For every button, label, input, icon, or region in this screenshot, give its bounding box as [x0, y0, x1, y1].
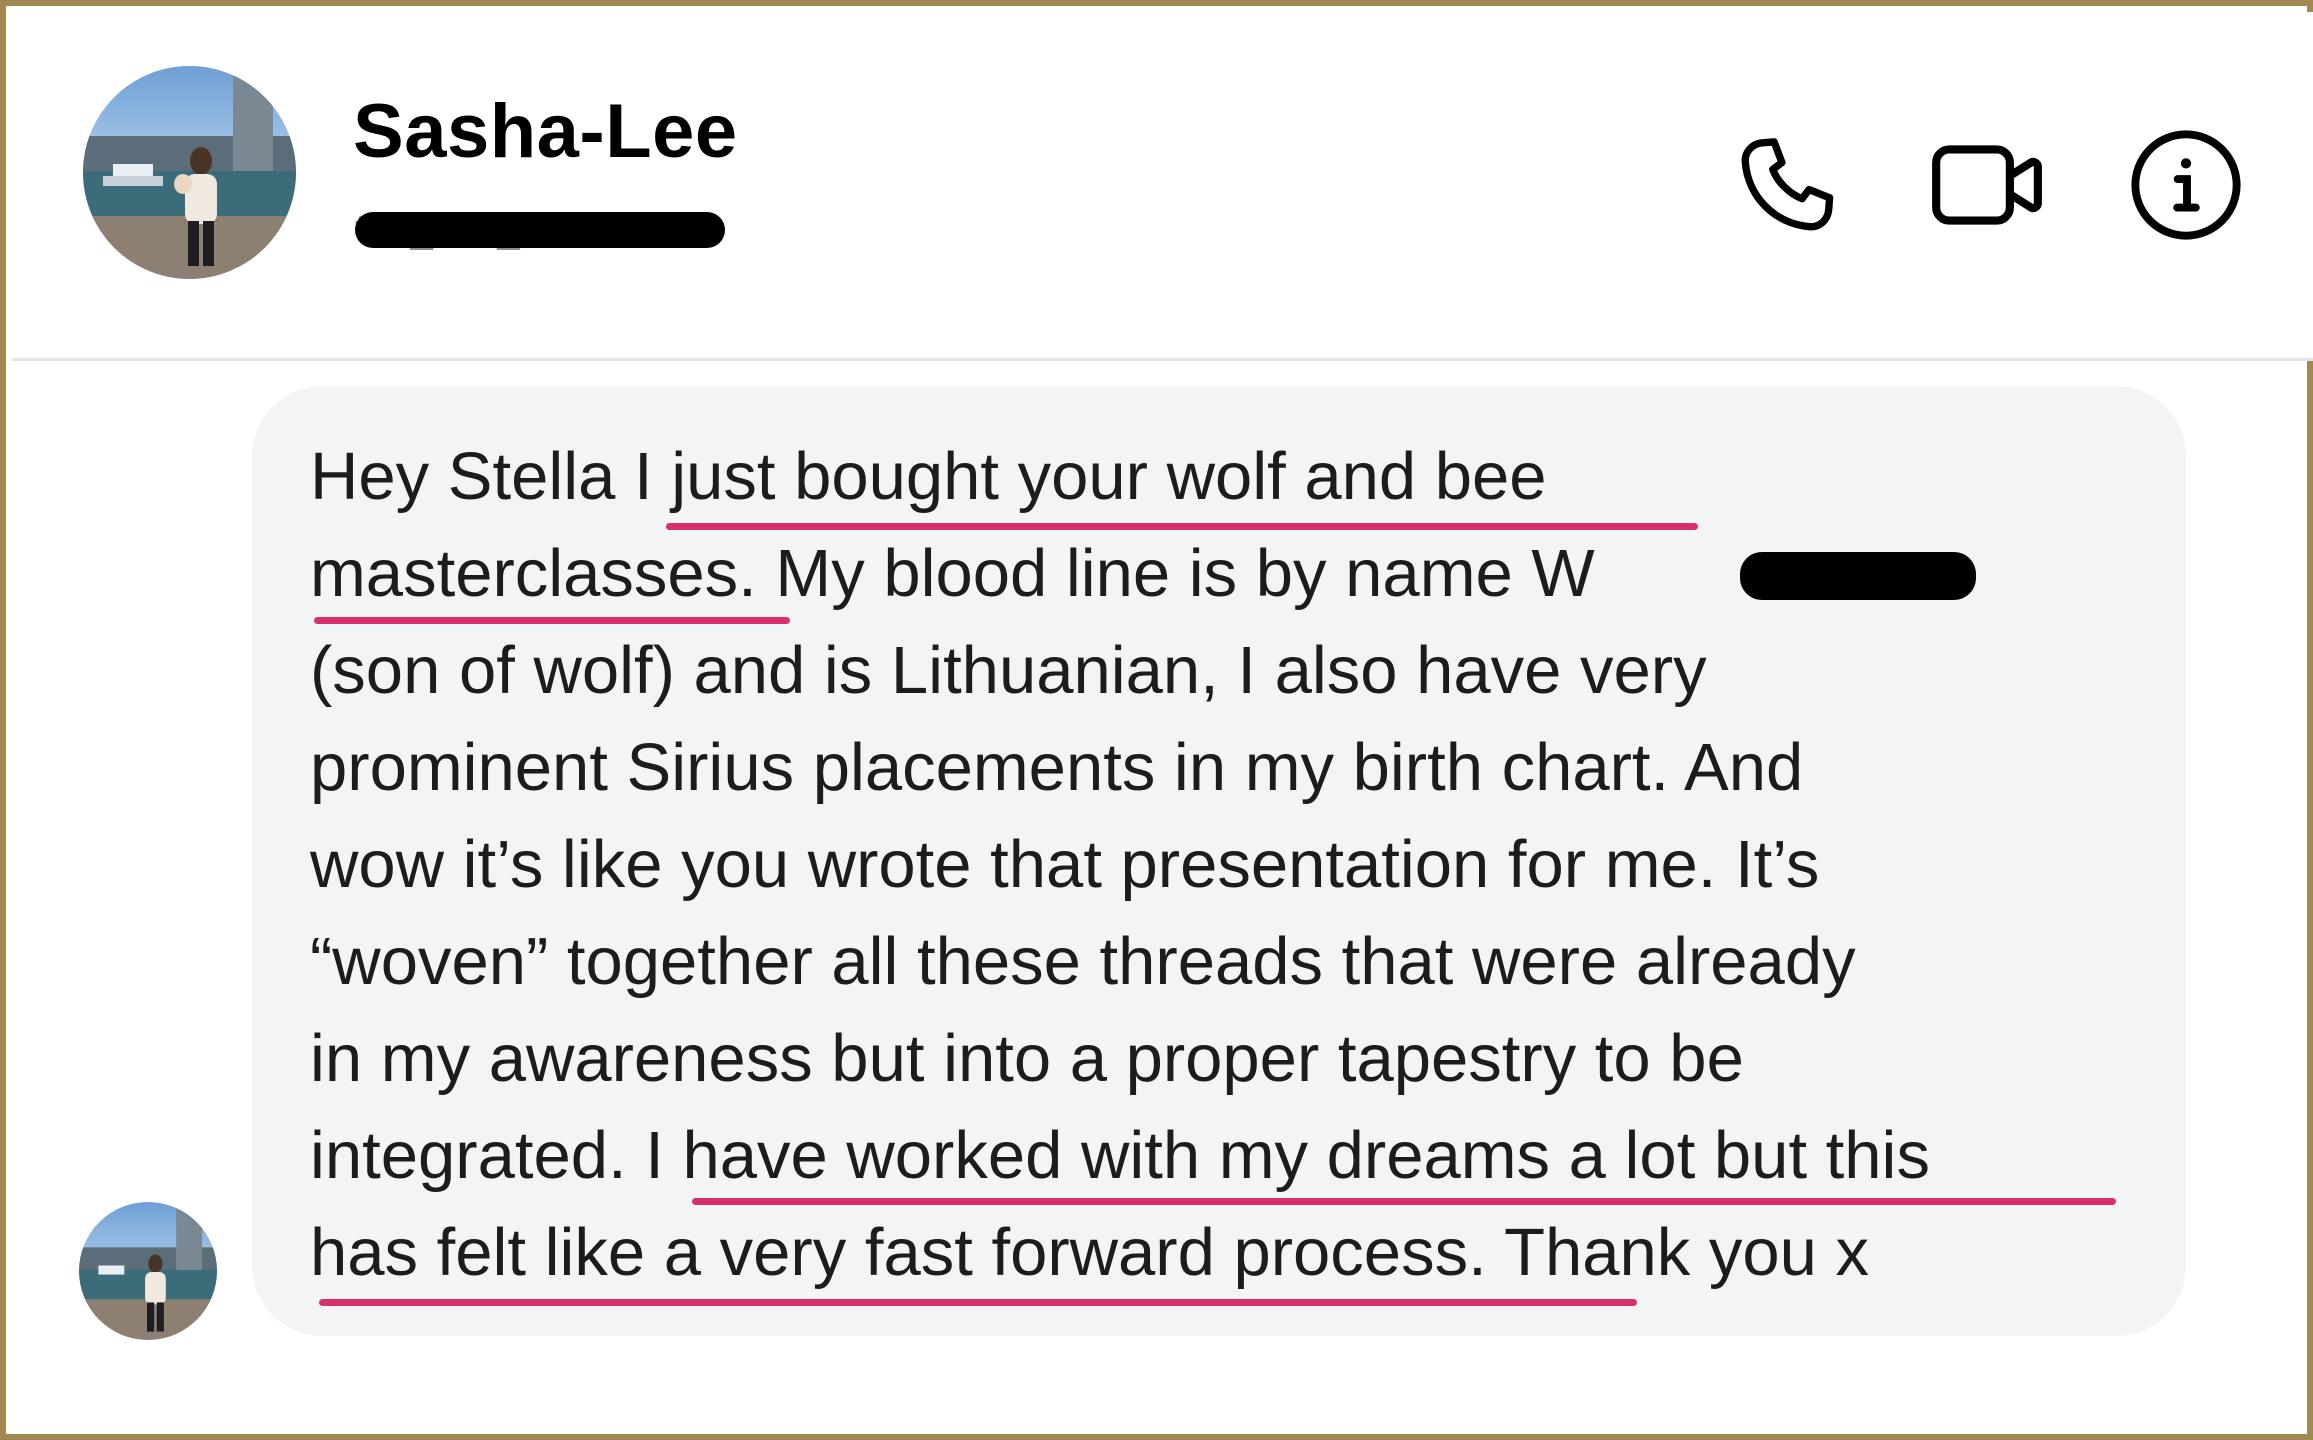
video-call-button[interactable] [1922, 120, 2052, 250]
highlight-underline [692, 1198, 2116, 1205]
phone-icon [1741, 138, 1834, 231]
message-line-7: in my awareness but into a proper tapest… [310, 1021, 1744, 1096]
message-line-9: has felt like a very fast forward proces… [310, 1215, 1870, 1290]
highlight-underline [319, 1299, 1637, 1306]
message-line-6: “woven” together all these threads that … [310, 924, 1856, 999]
highlight-underline [314, 617, 790, 624]
voice-call-button[interactable] [1722, 120, 1852, 250]
highlight-underline [666, 523, 1698, 530]
screenshot-frame: Sasha-Lee the_she_wolf Hey Stella I j [0, 0, 2313, 1440]
message-line-5: wow it’s like you wrote that presentatio… [310, 827, 1820, 902]
contact-name[interactable]: Sasha-Lee [353, 94, 738, 170]
message-line-8: integrated. I have worked with my dreams… [310, 1118, 1930, 1193]
contact-handle-redacted: the_she_wolf [355, 204, 725, 254]
conversation-info-button[interactable] [2121, 120, 2251, 250]
chat-header: Sasha-Lee the_she_wolf [12, 12, 2313, 361]
redaction-bar [355, 212, 725, 248]
sender-avatar[interactable] [79, 1202, 217, 1340]
name-redaction-bar [1740, 552, 1976, 600]
message-line-4: prominent Sirius placements in my birth … [310, 730, 1804, 805]
video-camera-icon [1932, 145, 2042, 225]
contact-avatar[interactable] [83, 66, 296, 279]
message-line-3: (son of wolf) and is Lithuanian, I also … [310, 633, 1707, 708]
message-line-2: masterclasses. My blood line is by name … [310, 536, 1595, 611]
message-line-1: Hey Stella I just bought your wolf and b… [310, 439, 1547, 514]
info-icon [2131, 130, 2241, 240]
